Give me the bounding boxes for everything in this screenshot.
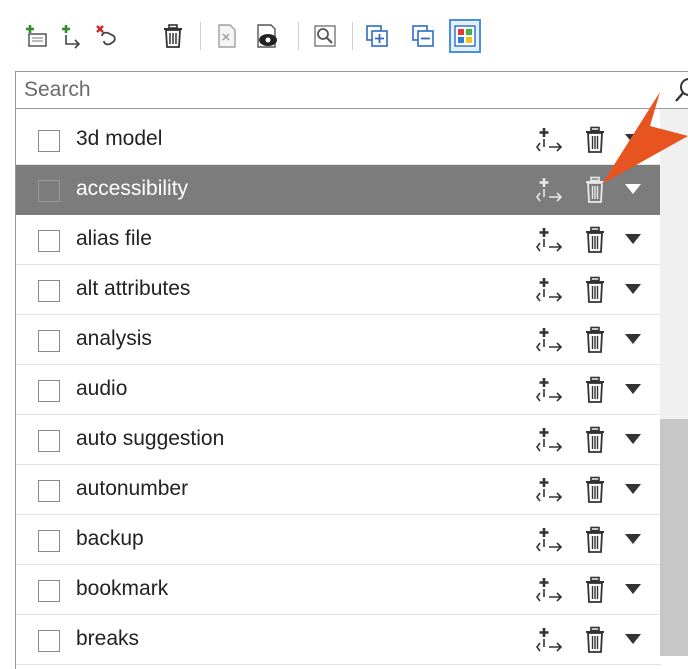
add-subterm-icon <box>62 25 81 49</box>
remove-link-icon <box>96 25 116 46</box>
remove-link-button[interactable] <box>92 20 122 52</box>
list-item[interactable]: autonumber <box>16 465 661 515</box>
toolbar-separator <box>200 22 201 50</box>
add-subterm-icon[interactable] <box>535 326 565 354</box>
toolbar-separator <box>352 22 353 50</box>
trash-icon[interactable] <box>583 426 607 454</box>
trash-icon[interactable] <box>583 326 607 354</box>
dropdown-arrow-icon[interactable] <box>624 532 642 546</box>
item-checkbox[interactable] <box>38 330 60 352</box>
item-checkbox[interactable] <box>38 430 60 452</box>
list-item[interactable]: audio <box>16 365 661 415</box>
expand-all-icon <box>366 25 388 47</box>
properties-icon <box>314 25 336 47</box>
list-item[interactable]: accessibility <box>16 165 661 215</box>
add-subterm-icon[interactable] <box>535 226 565 254</box>
trash-icon[interactable] <box>583 476 607 504</box>
item-checkbox[interactable] <box>38 480 60 502</box>
add-term-icon <box>26 25 47 47</box>
add-subterm-icon[interactable] <box>535 176 565 204</box>
add-subterm-icon[interactable] <box>535 276 565 304</box>
trash-icon[interactable] <box>583 376 607 404</box>
item-checkbox[interactable] <box>38 530 60 552</box>
item-label: accessibility <box>76 177 189 200</box>
item-label: audio <box>76 377 128 400</box>
item-checkbox[interactable] <box>38 130 60 152</box>
trash-icon[interactable] <box>583 226 607 254</box>
preview-button[interactable] <box>252 20 282 52</box>
scroll-thumb[interactable] <box>660 419 688 656</box>
item-checkbox[interactable] <box>38 630 60 652</box>
add-subterm-icon[interactable] <box>535 126 565 154</box>
list-item[interactable]: alias file <box>16 215 661 265</box>
list-item[interactable]: backup <box>16 515 661 565</box>
item-label: alt attributes <box>76 277 191 300</box>
trash-icon[interactable] <box>583 626 607 654</box>
item-checkbox[interactable] <box>38 380 60 402</box>
search-box <box>15 71 688 109</box>
color-grid-icon <box>454 25 476 47</box>
item-checkbox[interactable] <box>38 180 60 202</box>
collapse-all-button[interactable] <box>408 20 438 52</box>
preview-icon <box>257 24 277 48</box>
trash-icon[interactable] <box>583 526 607 554</box>
add-subterm-button[interactable] <box>56 20 86 52</box>
list-item[interactable]: analysis <box>16 315 661 365</box>
item-checkbox[interactable] <box>38 280 60 302</box>
item-label: backup <box>76 527 144 550</box>
color-view-button[interactable] <box>449 19 481 53</box>
open-file-button[interactable] <box>212 20 242 52</box>
dropdown-arrow-icon[interactable] <box>624 582 642 596</box>
trash-icon[interactable] <box>583 276 607 304</box>
item-checkbox[interactable] <box>38 580 60 602</box>
list-item[interactable]: 3d model <box>16 115 661 165</box>
list-item[interactable]: bookmark <box>16 565 661 615</box>
search-input[interactable] <box>16 72 664 108</box>
list-item[interactable]: auto suggestion <box>16 415 661 465</box>
add-subterm-icon[interactable] <box>535 476 565 504</box>
add-subterm-icon[interactable] <box>535 526 565 554</box>
item-label: breaks <box>76 627 140 650</box>
add-subterm-icon[interactable] <box>535 426 565 454</box>
dropdown-arrow-icon[interactable] <box>624 332 642 346</box>
term-list: 3d model accessibility alias file alt attri… <box>15 109 688 669</box>
document-icon <box>218 24 236 48</box>
delete-button[interactable] <box>158 20 188 52</box>
dropdown-arrow-icon[interactable] <box>624 632 642 646</box>
add-subterm-icon[interactable] <box>535 376 565 404</box>
properties-button[interactable] <box>310 20 340 52</box>
item-label: analysis <box>76 327 152 350</box>
item-label: autonumber <box>76 477 189 500</box>
dropdown-arrow-icon[interactable] <box>624 282 642 296</box>
trash-icon[interactable] <box>583 576 607 604</box>
add-subterm-icon[interactable] <box>535 576 565 604</box>
collapse-all-icon <box>412 25 434 47</box>
item-label: bookmark <box>76 577 169 600</box>
dropdown-arrow-icon[interactable] <box>624 232 642 246</box>
list-item[interactable]: alt attributes <box>16 265 661 315</box>
item-label: auto suggestion <box>76 427 225 450</box>
add-term-button[interactable] <box>22 20 52 52</box>
item-label: alias file <box>76 227 152 250</box>
callout-arrow-icon <box>602 92 688 184</box>
add-subterm-icon[interactable] <box>535 626 565 654</box>
toolbar-separator <box>298 22 299 50</box>
toolbar <box>0 0 688 62</box>
expand-all-button[interactable] <box>362 20 392 52</box>
trash-icon <box>164 24 182 48</box>
item-label: 3d model <box>76 127 163 150</box>
item-checkbox[interactable] <box>38 230 60 252</box>
dropdown-arrow-icon[interactable] <box>624 482 642 496</box>
dropdown-arrow-icon[interactable] <box>624 432 642 446</box>
dropdown-arrow-icon[interactable] <box>624 382 642 396</box>
list-item[interactable]: breaks <box>16 615 661 665</box>
